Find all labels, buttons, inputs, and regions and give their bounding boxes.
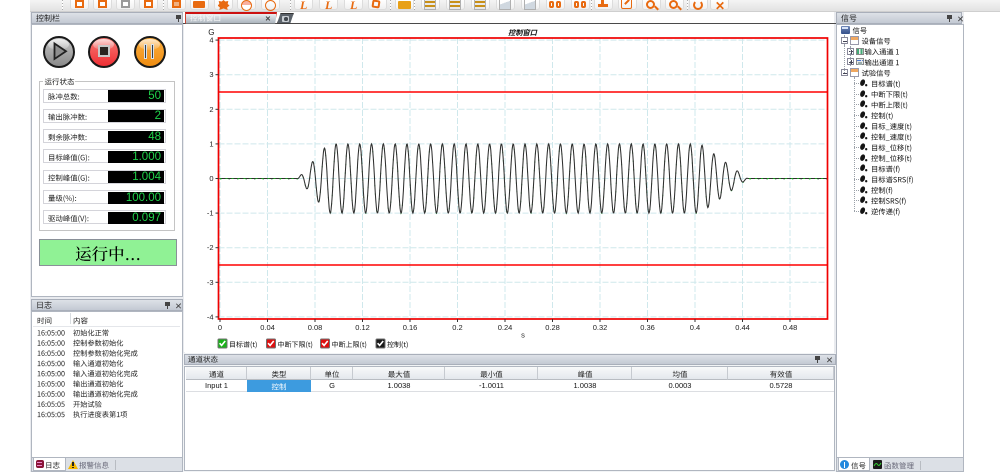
svg-text:0.2: 0.2 <box>452 323 462 332</box>
svg-text:0.24: 0.24 <box>498 323 513 332</box>
svg-text:0: 0 <box>218 323 222 332</box>
svg-text:0.08: 0.08 <box>308 323 323 332</box>
svg-text:0: 0 <box>209 174 213 183</box>
svg-text:-4: -4 <box>207 312 214 321</box>
svg-text:0.36: 0.36 <box>640 323 655 332</box>
svg-text:0.4: 0.4 <box>690 323 700 332</box>
svg-text:G: G <box>208 28 214 37</box>
svg-text:0.16: 0.16 <box>403 323 418 332</box>
svg-text:-1: -1 <box>207 209 214 218</box>
svg-text:2: 2 <box>209 105 213 114</box>
svg-text:1: 1 <box>209 139 213 148</box>
svg-text:-3: -3 <box>207 278 214 287</box>
svg-text:0.04: 0.04 <box>260 323 275 332</box>
svg-text:3: 3 <box>209 70 213 79</box>
svg-text:0.28: 0.28 <box>545 323 560 332</box>
svg-text:0.32: 0.32 <box>593 323 608 332</box>
svg-text:0.44: 0.44 <box>735 323 750 332</box>
svg-text:-2: -2 <box>207 243 214 252</box>
svg-text:0.12: 0.12 <box>355 323 370 332</box>
svg-text:0.48: 0.48 <box>783 323 798 332</box>
svg-text:s: s <box>521 331 525 340</box>
